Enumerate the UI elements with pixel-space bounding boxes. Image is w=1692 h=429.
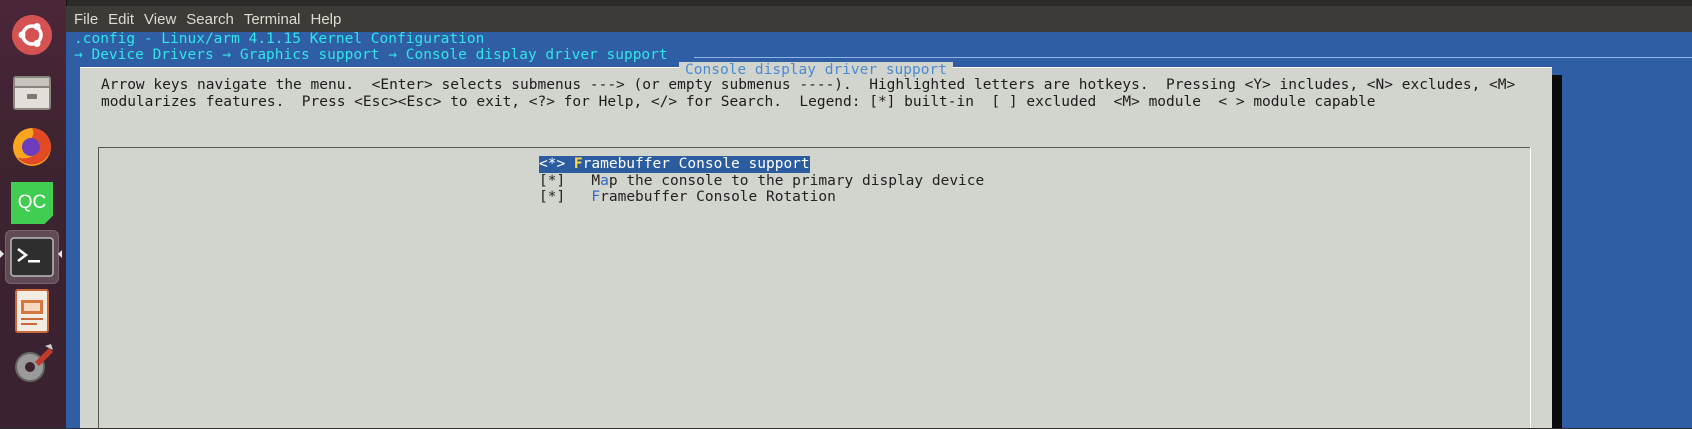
help-line-1: Arrow keys navigate the menu. <Enter> se… (101, 77, 1516, 93)
dialog-title: Console display driver support (679, 62, 953, 78)
file-manager-icon (13, 76, 51, 110)
launcher-item-dash[interactable] (5, 8, 59, 62)
item-label: ramebuffer Console Rotation (600, 189, 836, 205)
item-hotkey: F (591, 189, 601, 205)
dialog-shadow (1552, 75, 1562, 428)
item-hotkey: F (573, 156, 583, 172)
menu-box-right-border (1530, 147, 1531, 428)
menu-help[interactable]: Help (311, 11, 342, 28)
menu-item-map-console[interactable]: [*] Map the console to the primary displ… (539, 173, 984, 190)
item-hotkey: a (600, 172, 609, 189)
item-label: ramebuffer Console support (582, 156, 810, 172)
launcher: QC (0, 0, 67, 428)
item-prefix: <*> (539, 156, 574, 172)
menu-items: <*> Framebuffer Console support [*] Map … (539, 156, 984, 206)
menu-file[interactable]: File (74, 11, 98, 28)
menu-box: <*> Framebuffer Console support [*] Map … (98, 147, 1531, 429)
terminal-menubar: File Edit View Search Terminal Help (66, 6, 1692, 32)
ubuntu-dash-icon (12, 15, 52, 55)
menu-view[interactable]: View (144, 11, 176, 28)
breadcrumb-rule (694, 57, 1692, 58)
menu-edit[interactable]: Edit (108, 11, 134, 28)
qt-creator-icon: QC (11, 182, 53, 224)
item-label: p the console to the primary display dev… (608, 172, 985, 189)
terminal-icon (10, 237, 54, 277)
launcher-item-terminal[interactable] (5, 230, 59, 284)
menu-search[interactable]: Search (186, 11, 234, 28)
kconfig-dialog: Console display driver support Arrow key… (80, 62, 1552, 429)
help-text: Arrow keys navigate the menu. <Enter> se… (101, 77, 1515, 111)
launcher-item-files[interactable] (5, 66, 59, 120)
focus-indicator (58, 250, 62, 258)
running-indicator (0, 250, 4, 258)
menu-terminal[interactable]: Terminal (244, 11, 301, 28)
dialog-title-wrap: Console display driver support (80, 59, 1552, 78)
launcher-item-qtcreator[interactable]: QC (5, 176, 59, 230)
launcher-item-firefox[interactable] (5, 120, 59, 174)
system-settings-icon (15, 344, 53, 382)
impress-icon (15, 289, 49, 333)
item-prefix: [*] (539, 172, 592, 189)
launcher-item-impress[interactable] (5, 284, 59, 338)
launcher-item-settings[interactable] (5, 338, 59, 392)
menu-item-console-rotation[interactable]: [*] Framebuffer Console Rotation (539, 189, 984, 206)
help-line-2: modularizes features. Press <Esc><Esc> t… (101, 94, 1376, 110)
menu-item-framebuffer-console[interactable]: <*> Framebuffer Console support (539, 156, 810, 173)
config-title: .config - Linux/arm 4.1.15 Kernel Config… (74, 31, 485, 47)
item-prefix: [*] (539, 189, 592, 205)
item-label-pre: M (591, 172, 601, 189)
firefox-icon (13, 128, 51, 166)
